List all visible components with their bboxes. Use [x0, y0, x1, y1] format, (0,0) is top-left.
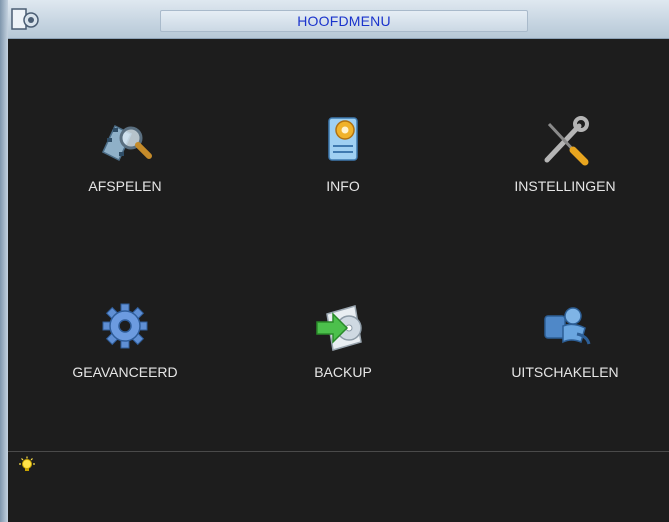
menu-label: AFSPELEN [88, 178, 162, 194]
status-area [8, 452, 669, 522]
info-document-gear-icon [328, 117, 358, 161]
playback-search-icon [102, 124, 152, 162]
menu-label: UITSCHAKELEN [511, 364, 619, 380]
menu-item-geavanceerd[interactable]: GEAVANCEERD [40, 298, 210, 418]
menu-item-uitschakelen[interactable]: UITSCHAKELEN [480, 298, 650, 418]
menu-label: INSTELLINGEN [514, 178, 616, 194]
menu-item-backup[interactable]: BACKUP [258, 298, 428, 418]
menu-label: GEAVANCEERD [72, 364, 178, 380]
title-bar: HOOFDMENU [0, 0, 669, 39]
title-panel: HOOFDMENU [160, 10, 528, 32]
tools-wrench-screwdriver-icon [544, 116, 589, 166]
app-logo-icon [11, 8, 39, 30]
menu-item-afspelen[interactable]: AFSPELEN [40, 112, 210, 232]
menu-item-instellingen[interactable]: INSTELLINGEN [480, 112, 650, 232]
window-title: HOOFDMENU [297, 13, 391, 29]
backup-disc-arrow-icon [316, 305, 362, 351]
gear-icon [102, 303, 148, 349]
left-window-border [0, 0, 8, 522]
main-menu-window: HOOFDMENU AFSPELEN INFO INSTELLINGEN GEA… [0, 0, 669, 522]
shutdown-user-icon [544, 307, 591, 345]
menu-label: BACKUP [314, 364, 372, 380]
menu-item-info[interactable]: INFO [258, 112, 428, 232]
menu-label: INFO [326, 178, 360, 194]
lightbulb-tip-icon [19, 456, 35, 471]
